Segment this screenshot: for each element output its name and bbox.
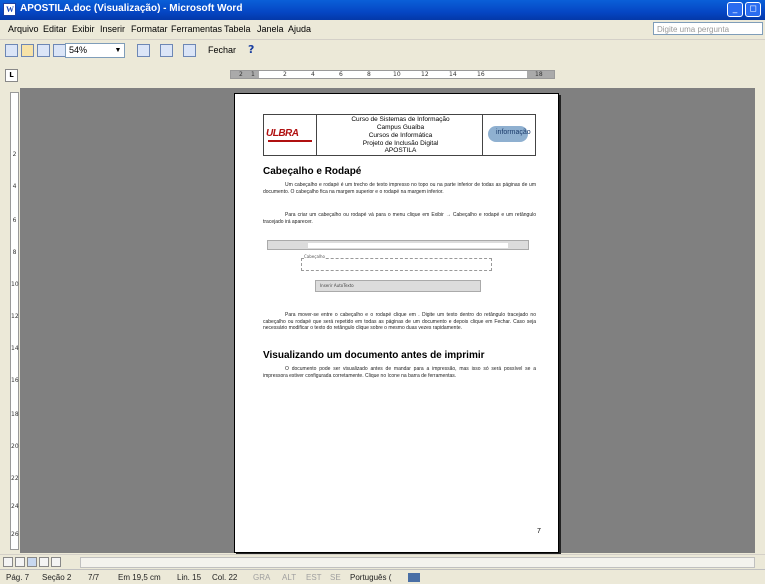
page-header-table: ULBRA Curso de Sistemas de Informação Ca…	[263, 114, 536, 156]
page-number: 7	[537, 528, 541, 535]
status-language: Português (	[350, 573, 392, 582]
ask-question-input[interactable]: Digite uma pergunta	[653, 22, 763, 35]
zoom-select[interactable]: 54% ▼	[65, 43, 125, 58]
close-preview-button[interactable]: Fechar	[208, 43, 242, 58]
header-line: Campus Guaíba	[376, 124, 425, 131]
paragraph: O documento pode ser visualizado antes d…	[263, 366, 536, 379]
status-position: Em 19,5 cm	[118, 573, 161, 582]
spell-check-icon[interactable]	[408, 573, 420, 582]
status-section: Seção 2	[42, 573, 72, 582]
section-title: Cabeçalho e Rodapé	[263, 166, 362, 177]
menu-ferramentas[interactable]: Ferramentas	[171, 24, 222, 34]
status-bar: Pág. 7 Seção 2 7/7 Em 19,5 cm Lin. 15 Co…	[0, 569, 765, 584]
minimize-button[interactable]: _	[727, 2, 743, 17]
menu-arquivo[interactable]: Arquivo	[8, 24, 39, 34]
status-ext[interactable]: EST	[306, 573, 322, 582]
menu-inserir[interactable]: Inserir	[100, 24, 125, 34]
reading-view-icon[interactable]	[51, 557, 61, 567]
print-icon[interactable]	[5, 44, 18, 57]
shrink-to-fit-icon[interactable]	[160, 44, 173, 57]
figure-ruler-image	[267, 240, 529, 250]
menu-ajuda[interactable]: Ajuda	[288, 24, 311, 34]
normal-view-icon[interactable]	[3, 557, 13, 567]
view-bar	[0, 554, 765, 570]
status-trk[interactable]: ALT	[282, 573, 296, 582]
status-page-count: 7/7	[88, 573, 100, 582]
outline-view-icon[interactable]	[39, 557, 49, 567]
informatica-logo: informação	[482, 115, 535, 155]
view-ruler-icon[interactable]	[137, 44, 150, 57]
header-line: Cursos de Informática	[368, 132, 433, 139]
ulbra-logo: ULBRA	[264, 115, 317, 155]
one-page-icon[interactable]	[37, 44, 50, 57]
print-layout-icon[interactable]	[27, 557, 37, 567]
horizontal-scrollbar[interactable]	[80, 557, 755, 568]
window-title: APOSTILA.doc (Visualização) - Microsoft …	[20, 3, 243, 14]
magnifier-icon[interactable]	[21, 44, 34, 57]
menu-exibir[interactable]: Exibir	[72, 24, 95, 34]
chevron-down-icon: ▼	[114, 47, 122, 54]
status-page: Pág. 7	[6, 573, 30, 582]
menu-formatar[interactable]: Formatar	[131, 24, 168, 34]
figure-header-toolbar: Inserir AutoTexto	[315, 280, 481, 292]
paragraph: Para mover-se entre o cabeçalho e o roda…	[263, 312, 536, 331]
full-screen-icon[interactable]	[183, 44, 196, 57]
section-title: Visualizando um documento antes de impri…	[263, 350, 485, 361]
word-app-icon[interactable]: W	[3, 3, 16, 16]
restore-button[interactable]: ◻	[745, 2, 761, 17]
print-preview-toolbar: 54% ▼ Fechar ?	[0, 40, 765, 62]
menu-janela[interactable]: Janela	[257, 24, 284, 34]
paragraph: Para criar um cabeçalho ou rodapé vá par…	[263, 212, 536, 225]
figure-header-box: Cabeçalho	[301, 254, 492, 271]
help-pointer-icon[interactable]: ?	[248, 43, 254, 56]
menu-tabela[interactable]: Tabela	[224, 24, 251, 34]
paragraph: Um cabeçalho e rodapé é um trecho de tex…	[263, 182, 536, 195]
title-bar: W APOSTILA.doc (Visualização) - Microsof…	[0, 0, 765, 20]
header-line: APOSTILA	[384, 147, 417, 154]
status-rec[interactable]: GRA	[253, 573, 270, 582]
menu-editar[interactable]: Editar	[43, 24, 67, 34]
status-line: Lin. 15	[177, 573, 202, 582]
document-page[interactable]: ULBRA Curso de Sistemas de Informação Ca…	[234, 93, 559, 553]
web-view-icon[interactable]	[15, 557, 25, 567]
tab-selector[interactable]: L	[5, 69, 18, 82]
status-column: Col. 22	[212, 573, 238, 582]
menu-bar: Arquivo Editar Exibir Inserir Formatar F…	[0, 20, 765, 40]
vertical-ruler[interactable]: 2 4 6 8 10 12 14 16 18 20 22 24 26	[10, 92, 19, 550]
horizontal-ruler[interactable]: 2 1 2 4 6 8 10 12 14 16 18	[230, 70, 555, 79]
vertical-scrollbar[interactable]	[755, 88, 765, 553]
status-ovr[interactable]: SE	[330, 573, 341, 582]
header-line: Curso de Sistemas de Informação	[351, 116, 450, 123]
